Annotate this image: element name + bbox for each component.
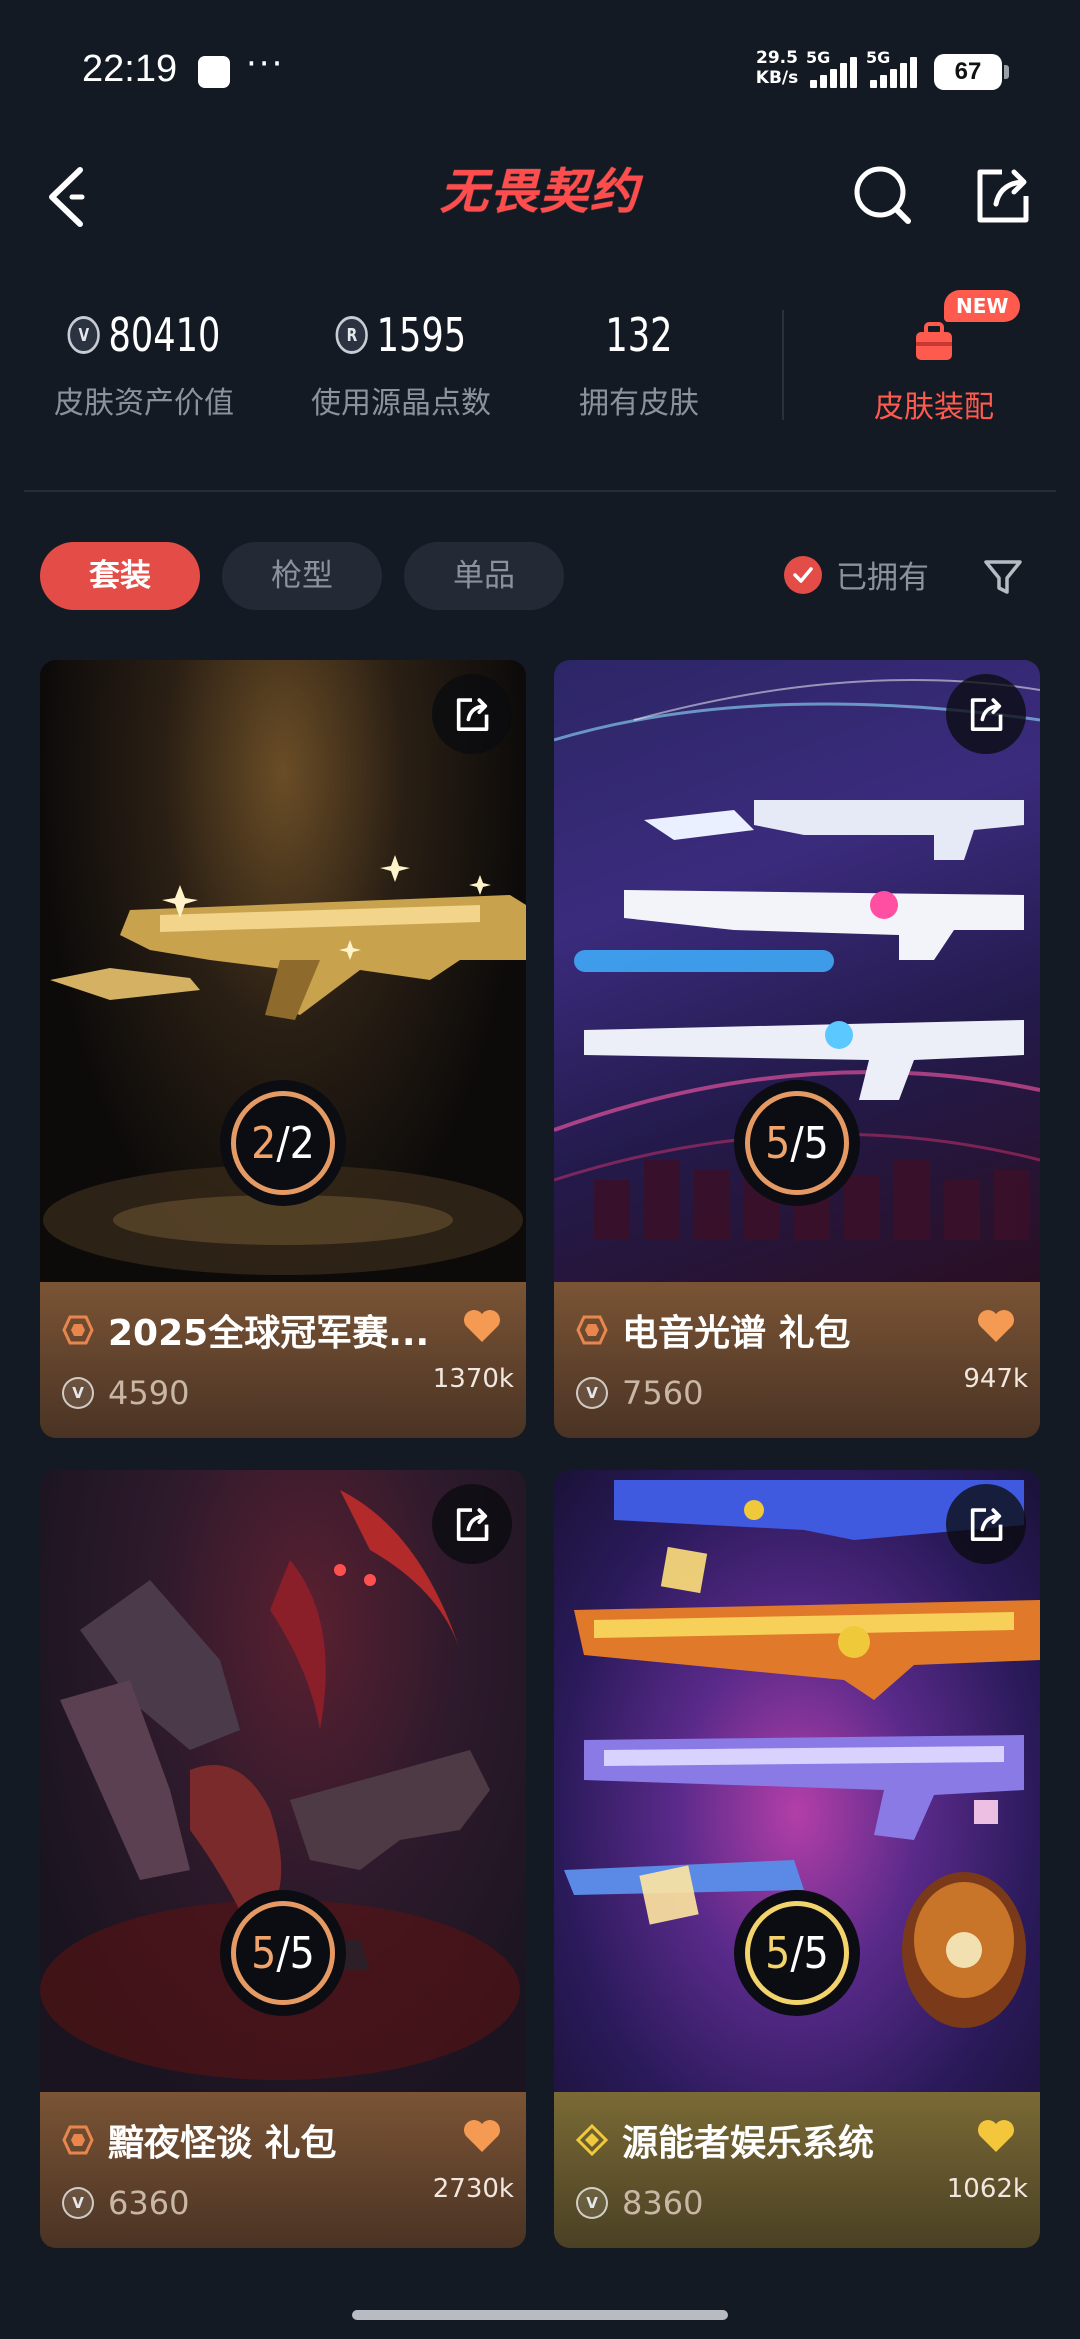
- tier-badge-icon: [62, 2125, 94, 2155]
- bundle-title: 电音光谱 礼包: [622, 1313, 851, 1354]
- filter-bar: 套装 枪型 单品 已拥有: [40, 542, 1050, 614]
- backpack-icon: [916, 322, 952, 360]
- share-button[interactable]: [432, 1484, 512, 1564]
- like-count: 1370k: [432, 1364, 514, 1394]
- share-button[interactable]: [946, 674, 1026, 754]
- bundle-artwork: 5/5: [40, 1470, 526, 2092]
- bundle-price: V 7560: [576, 1374, 703, 1412]
- bundle-card[interactable]: 5/5 电音光谱 礼包 V 7560 947k: [554, 660, 1040, 1438]
- card-info: 电音光谱 礼包 V 7560 947k: [554, 1282, 1040, 1438]
- share-icon: [970, 1508, 1003, 1541]
- bundle-title: 2025全球冠军赛...: [108, 1313, 430, 1354]
- heart-icon[interactable]: [976, 2118, 1016, 2154]
- divider: [24, 490, 1056, 492]
- valorant-points-icon: V: [62, 2187, 94, 2219]
- tab-weapon-type[interactable]: 枪型: [222, 542, 382, 610]
- stats-panel: V 80410 皮肤资产价值 R 1595 使用源晶点数 132 拥有皮肤 NE…: [24, 280, 1056, 460]
- asset-value-stat: V 80410 皮肤资产价值: [54, 308, 234, 421]
- network-speed: 29.5 KB/s: [755, 48, 799, 88]
- bundle-price: V 8360: [576, 2184, 703, 2222]
- bundle-artwork: 2/2: [40, 660, 526, 1282]
- tab-single-item[interactable]: 单品: [404, 542, 564, 610]
- more-notifications-icon: ···: [246, 44, 285, 84]
- skins-count-stat: 132 拥有皮肤: [579, 308, 699, 421]
- top-nav: 无畏契约: [0, 140, 1080, 250]
- share-icon: [456, 698, 489, 731]
- share-button[interactable]: [946, 1484, 1026, 1564]
- share-icon: [456, 1508, 489, 1541]
- clock: 22:19: [82, 48, 178, 90]
- back-icon[interactable]: [42, 162, 102, 232]
- battery-icon: 67: [934, 54, 1009, 90]
- tab-bundle[interactable]: 套装: [40, 542, 200, 610]
- card-info: 源能者娱乐系统 V 8360 1062k: [554, 2092, 1040, 2248]
- valorant-points-icon: V: [67, 316, 100, 354]
- bundle-title: 源能者娱乐系统: [622, 2123, 875, 2164]
- valorant-points-icon: V: [62, 1377, 94, 1409]
- search-icon[interactable]: [852, 162, 912, 228]
- heart-icon[interactable]: [462, 2118, 502, 2154]
- collection-progress: 5/5: [734, 1080, 860, 1206]
- card-info: 2025全球冠军赛... V 4590 1370k: [40, 1282, 526, 1438]
- share-icon: [970, 698, 1003, 731]
- heart-icon[interactable]: [976, 1308, 1016, 1344]
- tier-badge-icon: [576, 1315, 608, 1345]
- collection-progress: 5/5: [220, 1890, 346, 2016]
- notification-icon: [198, 56, 230, 88]
- signal-icon: 5G: [866, 48, 936, 92]
- bundle-price: V 4590: [62, 1374, 189, 1412]
- app-logo: 无畏契约: [439, 164, 640, 220]
- share-icon[interactable]: [972, 162, 1032, 228]
- bundle-artwork: 5/5: [554, 1470, 1040, 2092]
- bundle-card[interactable]: 5/5 源能者娱乐系统 V 8360 1062k: [554, 1470, 1040, 2248]
- bundle-card[interactable]: 5/5 黯夜怪谈 礼包 V 6360 2730k: [40, 1470, 526, 2248]
- share-button[interactable]: [432, 674, 512, 754]
- bundle-card[interactable]: 2/2 2025全球冠军赛... V 4590 1370k: [40, 660, 526, 1438]
- collection-progress: 5/5: [734, 1890, 860, 2016]
- card-info: 黯夜怪谈 礼包 V 6360 2730k: [40, 2092, 526, 2248]
- collection-progress: 2/2: [220, 1080, 346, 1206]
- divider: [782, 310, 784, 420]
- home-indicator[interactable]: [352, 2310, 728, 2320]
- valorant-points-icon: V: [576, 2187, 608, 2219]
- radianite-icon: R: [335, 316, 369, 354]
- checkmark-icon: [784, 555, 822, 594]
- tier-badge-icon: [576, 2124, 608, 2156]
- status-bar: 22:19 ··· 29.5 KB/s 5G 5G 67: [0, 0, 1080, 140]
- new-badge: NEW: [944, 290, 1021, 322]
- bundle-artwork: 5/5: [554, 660, 1040, 1282]
- points-stat: R 1595 使用源晶点数: [311, 308, 491, 421]
- like-count: 1062k: [946, 2174, 1028, 2204]
- heart-icon[interactable]: [462, 1308, 502, 1344]
- valorant-points-icon: V: [576, 1377, 608, 1409]
- skin-loadout-button[interactable]: NEW 皮肤装配: [834, 290, 1034, 426]
- bundle-price: V 6360: [62, 2184, 189, 2222]
- like-count: 2730k: [432, 2174, 514, 2204]
- tier-badge-icon: [62, 1315, 94, 1345]
- bundle-title: 黯夜怪谈 礼包: [108, 2123, 337, 2164]
- owned-toggle[interactable]: 已拥有: [784, 552, 929, 597]
- filter-icon[interactable]: [982, 556, 1024, 598]
- like-count: 947k: [963, 1364, 1028, 1394]
